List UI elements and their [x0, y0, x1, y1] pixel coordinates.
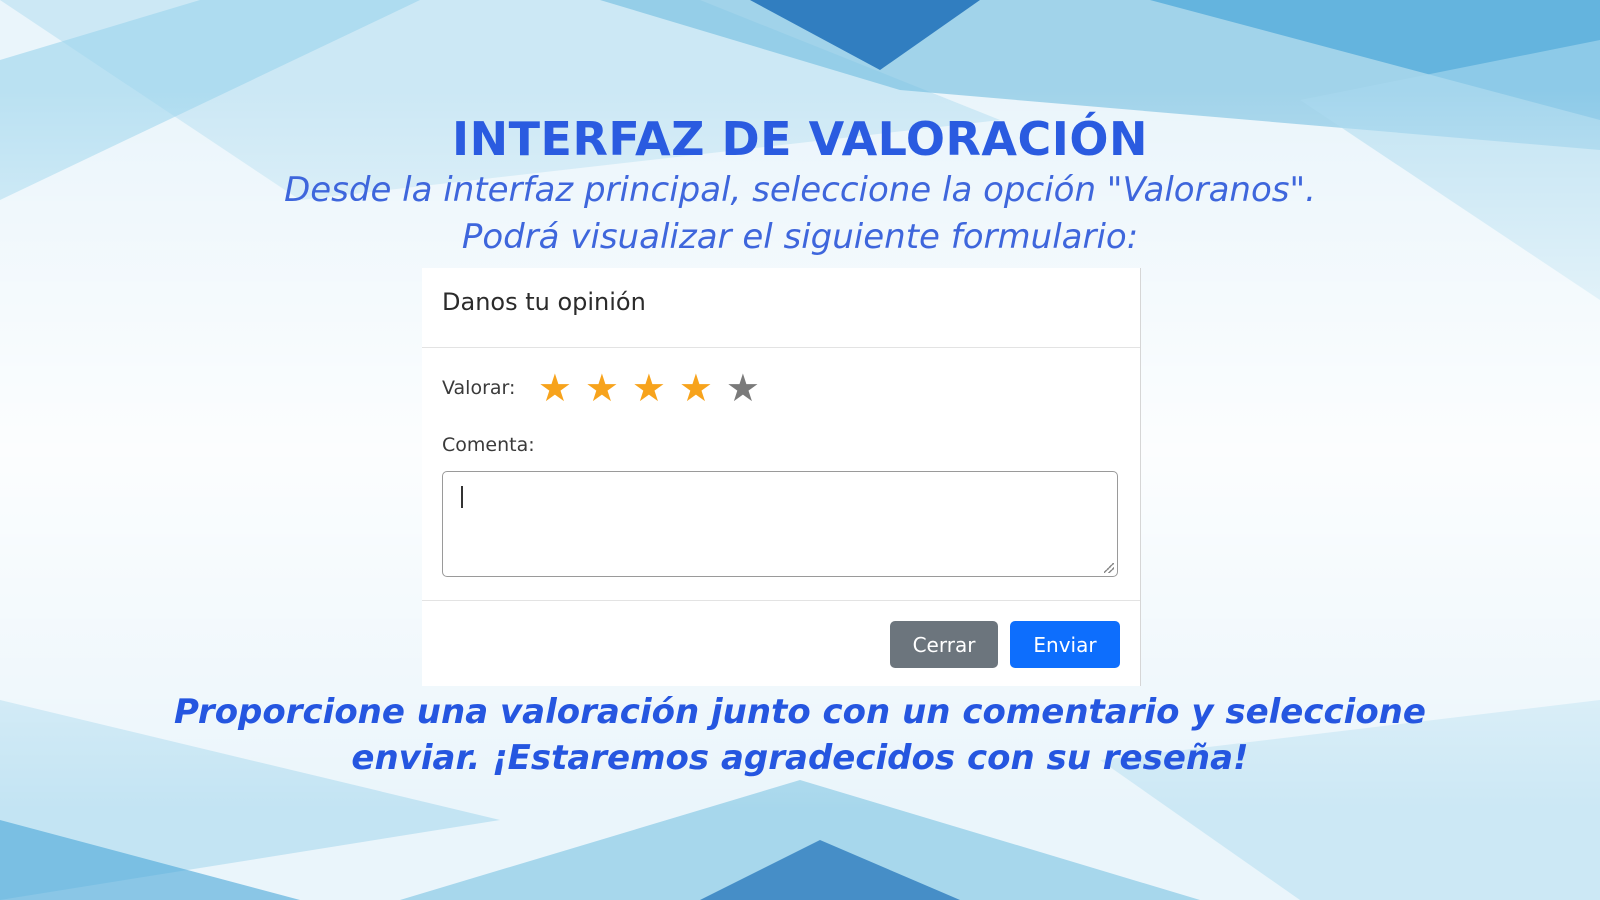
modal-footer: Cerrar Enviar — [422, 600, 1140, 687]
instruction-line-2: Podrá visualizar el siguiente formulario… — [461, 217, 1139, 257]
footer-text-line-2: enviar. ¡Estaremos agradecidos con su re… — [351, 738, 1249, 778]
rating-modal: Danos tu opinión Valorar: ★ ★ ★ ★ ★ Comenta:… — [422, 268, 1141, 686]
send-button[interactable]: Enviar — [1010, 621, 1120, 668]
close-button[interactable]: Cerrar — [890, 621, 998, 668]
star-icon-1[interactable]: ★ — [531, 368, 578, 408]
rating-label: Valorar: — [442, 377, 516, 399]
modal-title: Danos tu opinión — [442, 288, 646, 316]
page-title: INTERFAZ DE VALORACIÓN — [452, 112, 1148, 166]
comment-textarea[interactable] — [442, 471, 1118, 577]
star-icon-3[interactable]: ★ — [625, 368, 672, 408]
modal-header: Danos tu opinión — [422, 268, 1140, 348]
star-icon-4[interactable]: ★ — [672, 368, 719, 408]
resize-handle-icon[interactable] — [1104, 563, 1114, 573]
text-cursor — [461, 486, 463, 508]
rating-row: Valorar: ★ ★ ★ ★ ★ — [442, 368, 766, 408]
star-rating[interactable]: ★ ★ ★ ★ ★ — [531, 368, 766, 408]
comment-label: Comenta: — [442, 434, 535, 456]
star-icon-2[interactable]: ★ — [578, 368, 625, 408]
footer-text-line-1: Proporcione una valoración junto con un … — [174, 692, 1426, 732]
instruction-line-1: Desde la interfaz principal, seleccione … — [284, 170, 1316, 210]
star-icon-5[interactable]: ★ — [719, 368, 766, 408]
